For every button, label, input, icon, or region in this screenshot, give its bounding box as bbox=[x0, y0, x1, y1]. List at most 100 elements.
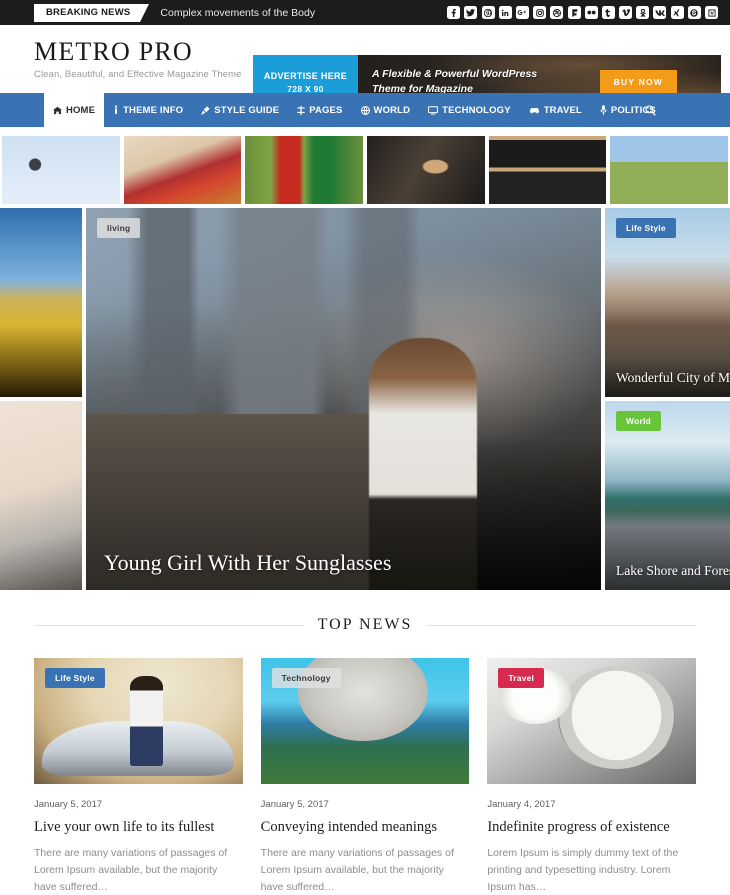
section-header: TOP NEWS bbox=[34, 616, 697, 634]
nav-item-world[interactable]: WORLD bbox=[352, 93, 420, 127]
hero-left-column bbox=[0, 208, 82, 590]
news-card-image-travel[interactable]: Travel bbox=[487, 658, 697, 784]
globe-icon bbox=[360, 105, 370, 115]
top-news-card-list: Life Style January 5, 2017 Live your own… bbox=[34, 658, 697, 895]
nav-label-technology: TECHNOLOGY bbox=[442, 104, 511, 116]
news-card-excerpt: There are many variations of passages of… bbox=[34, 847, 228, 894]
news-card-excerpt: Lorem Ipsum is simply dummy text of the … bbox=[487, 847, 679, 894]
site-title[interactable]: METRO PRO bbox=[34, 38, 242, 66]
tumblr-icon[interactable] bbox=[601, 6, 615, 19]
news-card-date: January 5, 2017 bbox=[260, 799, 329, 810]
pages-icon bbox=[297, 105, 305, 115]
news-card-image-technology[interactable]: Technology bbox=[260, 658, 470, 784]
nav-item-technology[interactable]: TECHNOLOGY bbox=[419, 93, 520, 127]
hero-card-badge-world[interactable]: World bbox=[616, 411, 661, 431]
person-decoration bbox=[129, 675, 164, 767]
hero-featured-post[interactable]: living Young Girl With Her Sunglasses bbox=[86, 208, 601, 590]
news-card-badge[interactable]: Life Style bbox=[45, 668, 105, 688]
info-icon bbox=[113, 105, 119, 115]
thumb-guitar-field[interactable] bbox=[610, 136, 729, 204]
twitter-icon[interactable] bbox=[464, 6, 478, 19]
xing-icon[interactable] bbox=[670, 6, 684, 19]
top-news-section: TOP NEWS Life Style January 5, 2017 Live… bbox=[0, 616, 730, 895]
hero-card-world[interactable]: World Lake Shore and Forest bbox=[605, 401, 730, 590]
flickr-icon[interactable] bbox=[584, 6, 598, 19]
hero-post-title[interactable]: Young Girl With Her Sunglasses bbox=[104, 550, 591, 576]
nav-label-home: HOME bbox=[66, 104, 96, 116]
linkedin-icon[interactable] bbox=[498, 6, 512, 19]
divider-right bbox=[426, 624, 697, 626]
news-card-excerpt: There are many variations of passages of… bbox=[260, 847, 454, 894]
ad-placeholder-line1: ADVERTISE HERE bbox=[263, 70, 348, 81]
hero-card-lifestyle[interactable]: Life Style Wonderful City of Mik bbox=[605, 208, 730, 397]
top-bar: BREAKING NEWS Complex movements of the B… bbox=[0, 0, 730, 25]
divider-left bbox=[34, 624, 304, 626]
car-icon bbox=[529, 106, 540, 114]
nav-label-style-guide: STYLE GUIDE bbox=[214, 104, 280, 116]
breaking-news-ticker: BREAKING NEWS Complex movements of the B… bbox=[0, 0, 315, 25]
vine-icon[interactable] bbox=[705, 6, 718, 19]
thumb-costumes-bench[interactable] bbox=[245, 136, 364, 204]
hero-skyline-decoration bbox=[86, 208, 601, 445]
search-icon[interactable] bbox=[645, 93, 656, 127]
news-card-badge[interactable]: Travel bbox=[498, 668, 545, 688]
site-branding[interactable]: METRO PRO Clean, Beautiful, and Effectiv… bbox=[34, 38, 242, 80]
hero-card-title-world[interactable]: Lake Shore and Forest bbox=[616, 563, 730, 580]
brush-icon bbox=[201, 105, 210, 115]
hero-small-canola-field[interactable] bbox=[0, 208, 82, 397]
primary-navigation: HOME THEME INFO STYLE GUIDE PAGES WORLD … bbox=[0, 93, 730, 127]
news-card[interactable]: Technology January 5, 2017 Conveying int… bbox=[260, 658, 470, 895]
breaking-news-headline[interactable]: Complex movements of the Body bbox=[160, 7, 315, 19]
hero-grid: living Young Girl With Her Sunglasses Li… bbox=[0, 208, 730, 590]
news-card-title[interactable]: Indefinite progress of existence bbox=[487, 819, 696, 836]
hero-card-badge-lifestyle[interactable]: Life Style bbox=[616, 218, 676, 238]
nav-item-style-guide[interactable]: STYLE GUIDE bbox=[192, 93, 288, 127]
facebook-icon[interactable] bbox=[447, 6, 461, 19]
skype-icon[interactable] bbox=[687, 6, 701, 19]
nav-label-theme-info: THEME INFO bbox=[123, 104, 184, 116]
thumb-speaker-man[interactable] bbox=[367, 136, 485, 204]
microphone-icon bbox=[600, 105, 607, 115]
hero-category-badge[interactable]: living bbox=[97, 218, 141, 238]
nav-item-travel[interactable]: TRAVEL bbox=[520, 93, 591, 127]
foursquare-icon[interactable] bbox=[567, 6, 581, 19]
news-card-date: January 4, 2017 bbox=[487, 799, 556, 810]
nav-item-pages[interactable]: PAGES bbox=[288, 93, 351, 127]
nav-item-theme-info[interactable]: THEME INFO bbox=[104, 93, 192, 127]
instagram-icon[interactable] bbox=[533, 6, 547, 19]
site-header: METRO PRO Clean, Beautiful, and Effectiv… bbox=[0, 25, 730, 109]
news-card-badge[interactable]: Technology bbox=[271, 668, 341, 688]
news-card[interactable]: Life Style January 5, 2017 Live your own… bbox=[34, 658, 243, 895]
google-plus-icon[interactable] bbox=[515, 6, 529, 19]
pinterest-icon[interactable] bbox=[481, 6, 495, 19]
home-icon bbox=[53, 106, 62, 115]
clock-decoration bbox=[558, 665, 676, 769]
ad-placeholder-size: 728 X 90 bbox=[287, 83, 324, 94]
nav-label-pages: PAGES bbox=[309, 104, 343, 116]
section-title: TOP NEWS bbox=[317, 616, 413, 633]
hero-small-pencil-desk[interactable] bbox=[0, 401, 82, 590]
thumb-drone[interactable] bbox=[2, 136, 120, 204]
vimeo-icon[interactable] bbox=[619, 6, 633, 19]
buy-now-button[interactable]: BUY NOW bbox=[599, 70, 677, 94]
news-card-title[interactable]: Live your own life to its fullest bbox=[34, 819, 243, 836]
news-card-title[interactable]: Conveying intended meanings bbox=[261, 819, 470, 836]
news-card-image-lifestyle[interactable]: Life Style bbox=[34, 658, 243, 784]
news-card[interactable]: Travel January 4, 2017 Indefinite progre… bbox=[487, 658, 697, 895]
site-tagline: Clean, Beautiful, and Effective Magazine… bbox=[34, 68, 242, 80]
social-links bbox=[447, 0, 718, 25]
hero-card-title-lifestyle[interactable]: Wonderful City of Mik bbox=[616, 370, 730, 387]
hero-right-column: Life Style Wonderful City of Mik World L… bbox=[605, 208, 730, 590]
ad-copy-line1: A Flexible & Powerful WordPress bbox=[372, 67, 538, 80]
dribbble-icon[interactable] bbox=[550, 6, 564, 19]
nav-item-home[interactable]: HOME bbox=[44, 93, 105, 127]
news-card-date: January 5, 2017 bbox=[34, 799, 103, 810]
breaking-news-label: BREAKING NEWS bbox=[34, 3, 150, 22]
vk-icon[interactable] bbox=[653, 6, 667, 19]
nav-label-travel: TRAVEL bbox=[543, 104, 582, 116]
thumb-woman-laptop[interactable] bbox=[123, 136, 242, 204]
featured-thumbnail-strip bbox=[0, 136, 730, 204]
odnoklassniki-icon[interactable] bbox=[636, 6, 650, 19]
nav-label-world: WORLD bbox=[373, 104, 411, 116]
thumb-stereo-receiver[interactable] bbox=[488, 136, 607, 204]
